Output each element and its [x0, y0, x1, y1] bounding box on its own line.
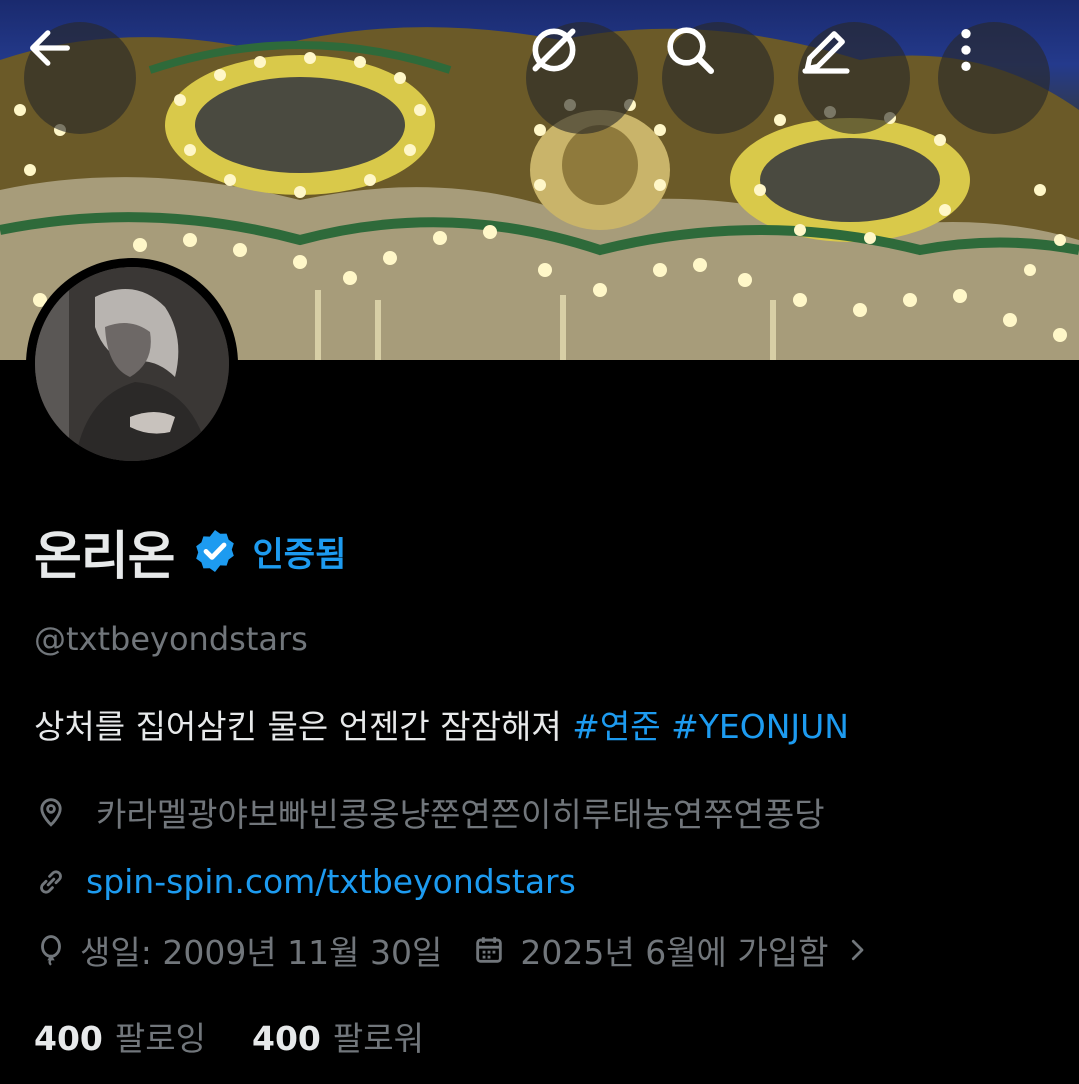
verified-badge-icon[interactable] — [191, 527, 239, 575]
followers-link[interactable]: 400 팔로워 — [252, 1012, 424, 1060]
location-text: 카라멜광야보빠빈콩웅냥쭌연쯘이히루태농연쭈연퐁당 — [96, 795, 825, 834]
avatar-photo — [35, 267, 229, 461]
name-row: 온리온 인증됨 — [34, 516, 347, 587]
back-button[interactable] — [24, 22, 136, 134]
following-label: 팔로잉 — [114, 1019, 206, 1058]
grok-icon — [532, 28, 576, 72]
user-handle: @txtbeyondstars — [34, 620, 308, 658]
following-link[interactable]: 400 팔로잉 — [34, 1012, 206, 1060]
birthday-text: 생일: 2009년 11월 30일 — [80, 933, 443, 972]
website-link[interactable]: spin-spin.com/txtbeyondstars — [86, 862, 576, 901]
profile-avatar[interactable] — [26, 258, 238, 470]
edit-icon — [802, 31, 850, 74]
dates-row: 생일: 2009년 11월 30일 2025년 6월에 가입함 — [34, 926, 872, 974]
location-row: 카라멜광야보빠빈콩웅냥쭌연쯘이히루태농연쭈연퐁당 — [34, 788, 825, 836]
verified-label[interactable]: 인증됨 — [253, 527, 347, 576]
grok-button[interactable] — [526, 22, 638, 134]
chevron-right-icon[interactable] — [842, 933, 872, 967]
hashtag-yeonjun[interactable]: #YEONJUN — [671, 707, 849, 746]
link-icon — [40, 869, 62, 894]
bio-text: 상처를 집어삼킨 물은 언젠간 잠잠해져 — [34, 707, 573, 746]
search-button[interactable] — [662, 22, 774, 134]
edit-button[interactable] — [798, 22, 910, 134]
balloon-icon — [41, 935, 61, 966]
website-row: spin-spin.com/txtbeyondstars — [34, 862, 576, 901]
followers-count: 400 — [251, 1019, 321, 1058]
follow-stats: 400 팔로잉 400 팔로워 — [34, 1012, 424, 1060]
display-name: 온리온 — [34, 526, 176, 587]
followers-label: 팔로워 — [332, 1019, 424, 1058]
more-vertical-icon — [961, 29, 971, 71]
following-count: 400 — [34, 1019, 103, 1058]
joined-date-text: 2025년 6월에 가입함 — [520, 933, 829, 972]
bio: 상처를 집어삼킨 물은 언젠간 잠잠해져 #연준 #YEONJUN — [34, 700, 849, 748]
hashtag-yeonjun-korean[interactable]: #연준 — [572, 707, 660, 746]
more-options-button[interactable] — [938, 22, 1050, 134]
arrow-left-icon — [30, 30, 70, 66]
location-pin-icon — [40, 798, 62, 827]
search-icon — [667, 27, 715, 75]
calendar-icon — [476, 937, 503, 963]
